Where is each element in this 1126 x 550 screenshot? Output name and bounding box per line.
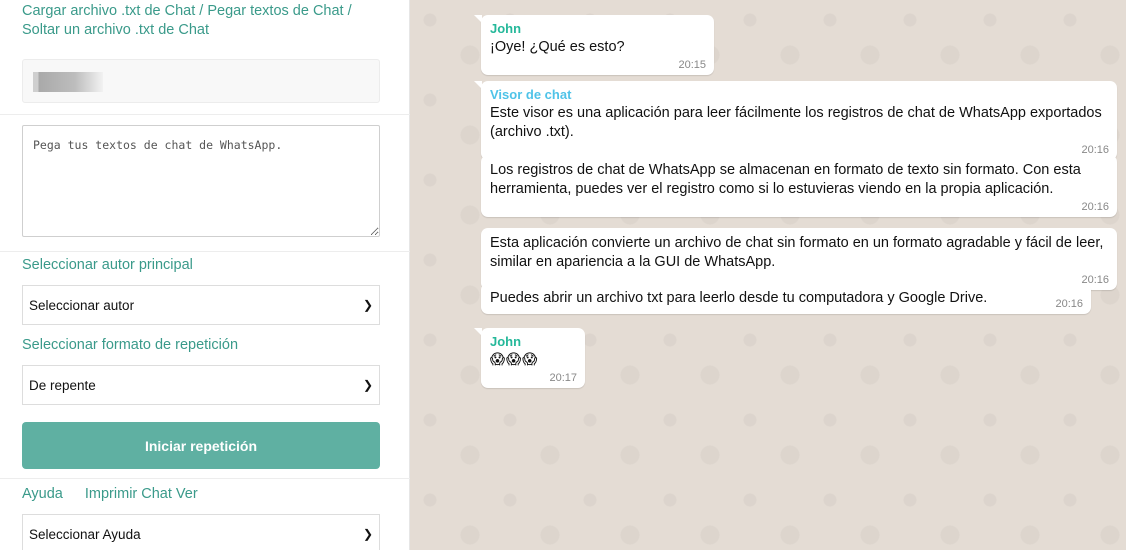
message-bubble: Visor de chat Este visor es una aplicaci… xyxy=(474,81,1117,160)
message-text: Este visor es una aplicación para leer f… xyxy=(490,105,1102,140)
message-bubble: Los registros de chat de WhatsApp se alm… xyxy=(481,155,1117,217)
bubble-tail xyxy=(474,81,482,89)
file-placeholder-bar xyxy=(33,72,103,92)
message-author: John xyxy=(490,334,522,349)
author-select-value: Seleccionar autor xyxy=(29,297,135,313)
message-bubble: Puedes abrir un archivo txt para leerlo … xyxy=(481,283,1091,314)
divider xyxy=(0,114,410,115)
help-link[interactable]: Ayuda xyxy=(22,486,63,502)
message-bubble: John 😱😱😱 20:17 xyxy=(474,328,585,388)
help-links: Ayuda Imprimir Chat Ver xyxy=(22,486,216,502)
start-replay-button[interactable]: Iniciar repetición xyxy=(22,422,380,469)
control-sidebar: Cargar archivo .txt de Chat / Pegar text… xyxy=(0,0,410,550)
message-text: Puedes abrir un archivo txt para leerlo … xyxy=(490,290,988,306)
message-time: 20:15 xyxy=(678,59,706,71)
bubble-tail xyxy=(474,15,482,23)
chevron-down-icon: ❯ xyxy=(362,298,373,312)
message-text: Esta aplicación convierte un archivo de … xyxy=(490,235,1104,270)
help-select[interactable]: Seleccionar Ayuda ❯ xyxy=(22,514,380,550)
message-text: ¡Oye! ¿Qué es esto? xyxy=(490,39,625,55)
chat-text-input[interactable] xyxy=(22,125,380,237)
help-select-value: Seleccionar Ayuda xyxy=(29,526,141,542)
chevron-down-icon: ❯ xyxy=(362,527,373,541)
message-bubble: Esta aplicación convierte un archivo de … xyxy=(481,228,1117,290)
author-label: Seleccionar autor principal xyxy=(22,257,193,273)
message-text: Los registros de chat de WhatsApp se alm… xyxy=(490,162,1081,197)
message-author: John xyxy=(490,21,522,36)
print-chat-link[interactable]: Imprimir Chat Ver xyxy=(85,486,198,502)
message-author: Visor de chat xyxy=(490,87,572,102)
chat-view: John ¡Oye! ¿Qué es esto? 20:15 Visor de … xyxy=(410,0,1126,550)
divider xyxy=(0,251,410,252)
load-file-link[interactable]: Cargar archivo .txt de Chat / Pegar text… xyxy=(22,3,352,19)
author-select[interactable]: Seleccionar autor ❯ xyxy=(22,285,380,325)
drop-file-link[interactable]: Soltar un archivo .txt de Chat xyxy=(22,22,209,38)
message-time: 20:16 xyxy=(1055,298,1083,310)
message-bubble: John ¡Oye! ¿Qué es esto? 20:15 xyxy=(474,15,714,75)
format-select[interactable]: De repente ❯ xyxy=(22,365,380,405)
message-time: 20:16 xyxy=(1081,201,1109,213)
message-time: 20:17 xyxy=(549,372,577,384)
divider xyxy=(0,478,410,479)
file-drop-zone[interactable] xyxy=(22,59,380,103)
format-label: Seleccionar formato de repetición xyxy=(22,337,239,353)
format-select-value: De repente xyxy=(29,377,96,393)
bubble-tail xyxy=(474,328,482,336)
chevron-down-icon: ❯ xyxy=(362,378,373,392)
load-links: Cargar archivo .txt de Chat / Pegar text… xyxy=(22,2,382,40)
message-text: 😱😱😱 xyxy=(490,352,539,368)
